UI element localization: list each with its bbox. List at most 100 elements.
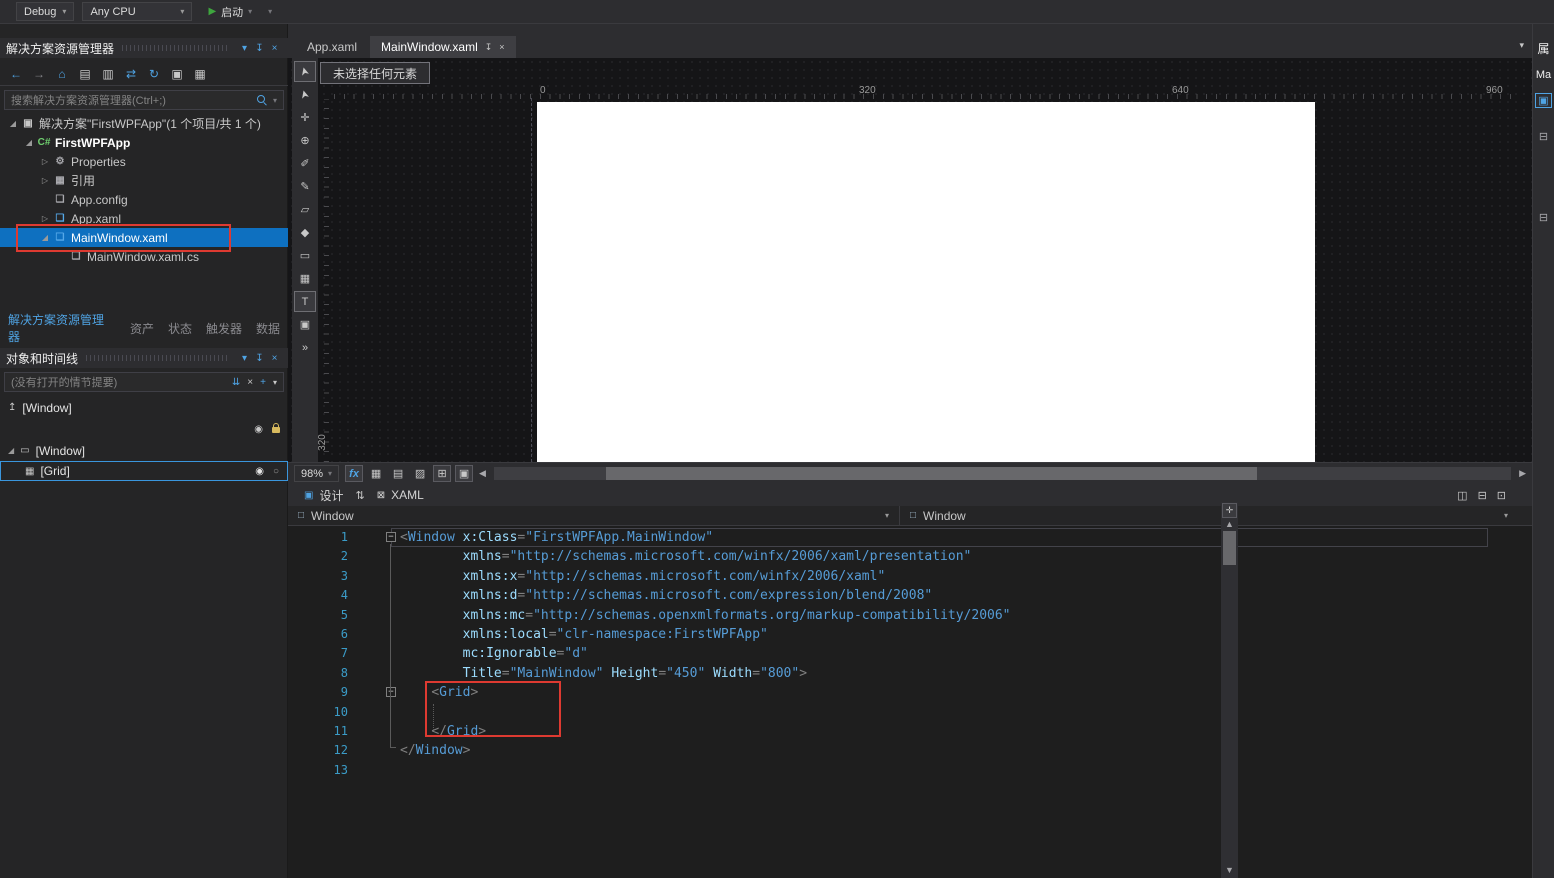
code-line[interactable]: 7 mc:Ignorable="d": [288, 644, 1515, 663]
xaml-designer-surface[interactable]: ➤ ➤ ✛ ⊕ ✐ ✎ ▱ ◆ ▭ ▦ T ▣» 未选择任何元素 0 320 640 960 320: [288, 58, 1532, 462]
vertical-split-icon[interactable]: ◫: [1457, 489, 1467, 502]
close-storyboard-icon[interactable]: ×: [247, 377, 253, 388]
close-icon[interactable]: ×: [267, 43, 282, 54]
tree-item[interactable]: ▷ ▦ 引用: [0, 171, 288, 190]
lock-toggle-icon[interactable]: ○: [273, 466, 279, 477]
tree-expander-icon[interactable]: ▷: [38, 176, 52, 185]
chevrons-down-icon[interactable]: ⇊: [232, 377, 240, 388]
pen-tool-icon[interactable]: ✎: [294, 176, 316, 197]
code-vertical-scrollbar[interactable]: ✛ ▲ ▼: [1221, 502, 1238, 878]
more-tools-icon[interactable]: »: [294, 337, 316, 358]
properties-icon[interactable]: ▦: [192, 67, 208, 81]
selected-tool-indicator-icon[interactable]: ➤: [294, 61, 316, 82]
expand-pane-icon[interactable]: ⊡: [1497, 489, 1506, 502]
tree-item[interactable]: ◢ C# FirstWPFApp: [0, 133, 288, 152]
artboard-tool-icon[interactable]: ▣: [294, 314, 316, 335]
split-window-grip-icon[interactable]: ✛: [1222, 503, 1237, 518]
tree-item[interactable]: ▷ ⚙ Properties: [0, 152, 288, 171]
scrollbar-thumb[interactable]: [605, 467, 1257, 480]
toolbar-overflow-icon[interactable]: ▾: [268, 7, 272, 16]
code-line[interactable]: 5 xmlns:mc="http://schemas.openxmlformat…: [288, 606, 1515, 625]
code-line[interactable]: 4 xmlns:d="http://schemas.microsoft.com/…: [288, 586, 1515, 605]
tree-expander-icon[interactable]: ◢: [6, 119, 20, 128]
close-icon[interactable]: ×: [267, 353, 282, 364]
collapse-all-icon[interactable]: ▤: [77, 67, 93, 81]
eyedropper-tool-icon[interactable]: ✐: [294, 153, 316, 174]
chevron-down-icon[interactable]: ▾: [273, 378, 277, 387]
rectangle-tool-icon[interactable]: ▭: [294, 245, 316, 266]
scroll-down-icon[interactable]: ▼: [1225, 865, 1234, 875]
code-line[interactable]: 9 − <Grid>: [288, 683, 1515, 702]
code-line[interactable]: 8 Title="MainWindow" Height="450" Width=…: [288, 664, 1515, 683]
filter-icon[interactable]: ▥: [100, 67, 116, 81]
code-line[interactable]: 10: [288, 703, 1515, 722]
snapping-icon[interactable]: ▨: [411, 465, 429, 482]
design-xaml-splitter[interactable]: ▣ 设计 ⇅ ⊠ XAML ◫ ⊟ ⊡: [288, 484, 1532, 506]
tree-expander-icon[interactable]: ◢: [38, 233, 52, 242]
snaplines-icon[interactable]: ⊞: [433, 465, 452, 482]
window-position-chevron-icon[interactable]: ▾: [237, 353, 252, 364]
grid-tool-icon[interactable]: ▦: [294, 268, 316, 289]
objects-timeline-header[interactable]: 对象和时间线 ▾ ↧ ×: [0, 348, 288, 368]
swap-panes-icon[interactable]: ⇅: [355, 489, 364, 502]
tree-item[interactable]: ❏ App.config: [0, 190, 288, 209]
close-icon[interactable]: ×: [499, 42, 504, 52]
snap-to-grid-icon[interactable]: ▤: [389, 465, 407, 482]
chevron-down-icon[interactable]: ▾: [885, 511, 889, 520]
scroll-left-icon[interactable]: ◀: [479, 468, 486, 479]
panel-tab[interactable]: 解决方案资源管理器: [8, 311, 116, 345]
add-storyboard-icon[interactable]: +: [260, 377, 266, 388]
tree-item[interactable]: ▷ ❏ App.xaml: [0, 209, 288, 228]
text-tool-icon[interactable]: T: [294, 291, 316, 312]
designer-horizontal-scrollbar[interactable]: [493, 467, 1512, 480]
docked-panel-icon[interactable]: ▣: [1535, 93, 1552, 108]
fold-collapse-icon[interactable]: −: [385, 528, 397, 547]
collapse-pane-icon[interactable]: ⊟: [1539, 130, 1548, 143]
design-canvas[interactable]: [537, 102, 1315, 462]
properties-collapsed-tab[interactable]: 属: [1537, 40, 1549, 57]
effects-button[interactable]: fx: [345, 465, 364, 482]
xaml-view-tab[interactable]: ⊠ XAML: [377, 488, 424, 502]
search-input[interactable]: 搜索解决方案资源管理器(Ctrl+;) ▾: [4, 90, 284, 110]
show-all-files-icon[interactable]: ▣: [169, 67, 185, 81]
collapse-pane-icon[interactable]: ⊟: [1478, 489, 1487, 502]
window-position-chevron-icon[interactable]: ▾: [237, 43, 252, 54]
refresh-icon[interactable]: ↻: [146, 67, 162, 81]
zoom-dropdown[interactable]: 98% ▾: [294, 465, 340, 482]
scope-root-row[interactable]: ↥ [Window]: [0, 398, 288, 417]
tree-item[interactable]: ❏ MainWindow.xaml.cs: [0, 247, 288, 266]
tree-expander-icon[interactable]: ▷: [38, 214, 52, 223]
fold-collapse-icon[interactable]: −: [385, 683, 397, 702]
xaml-code-editor[interactable]: 1− <Window x:Class="FirstWPFApp.MainWindo…: [288, 526, 1532, 878]
pin-icon[interactable]: ↧: [485, 42, 493, 53]
code-line[interactable]: 2 xmlns="http://schemas.microsoft.com/wi…: [288, 547, 1515, 566]
sync-active-document-icon[interactable]: ⇄: [123, 67, 139, 81]
objects-tree-window-row[interactable]: ◢ ▭ [Window]: [0, 441, 288, 460]
code-line[interactable]: 1 − <Window x:Class="FirstWPFApp.MainWindo…: [288, 528, 1515, 548]
tree-item[interactable]: ◢ ▣ 解决方案"FirstWPFApp"(1 个项目/共 1 个): [0, 114, 288, 133]
eye-icon[interactable]: ◉: [255, 466, 264, 477]
code-line[interactable]: 3 xmlns:x="http://schemas.microsoft.com/…: [288, 567, 1515, 586]
debug-configuration-dropdown[interactable]: Debug ▾: [16, 2, 75, 21]
scrollbar-thumb[interactable]: [1223, 531, 1236, 565]
eraser-tool-icon[interactable]: ▱: [294, 199, 316, 220]
code-line[interactable]: 6 xmlns:local="clr-namespace:FirstWPFApp…: [288, 625, 1515, 644]
storyboard-picker[interactable]: (没有打开的情节提要) ⇊ × + ▾: [4, 372, 284, 392]
tree-item[interactable]: ◢ ❏ MainWindow.xaml: [0, 228, 288, 247]
pin-icon[interactable]: ↧: [252, 43, 267, 54]
collapse-pane-icon[interactable]: ⊟: [1539, 211, 1548, 224]
scope-up-icon[interactable]: ↥: [8, 402, 16, 413]
lock-icon[interactable]: [272, 422, 280, 433]
objects-tree-grid-row[interactable]: ▦ [Grid] ◉ ○: [0, 461, 288, 481]
pan-tool-icon[interactable]: ✛: [294, 107, 316, 128]
chevron-down-icon[interactable]: ▾: [1504, 511, 1508, 520]
show-grid-icon[interactable]: ▦: [367, 465, 385, 482]
tree-expander-icon[interactable]: ◢: [22, 138, 36, 147]
tree-expander-icon[interactable]: ◢: [8, 446, 14, 455]
pin-icon[interactable]: ↧: [252, 353, 267, 364]
scroll-up-icon[interactable]: ▲: [1225, 519, 1234, 529]
panel-tab[interactable]: 状态: [168, 320, 192, 337]
code-line[interactable]: 13: [288, 761, 1515, 780]
collapsed-tab[interactable]: Ma: [1536, 69, 1551, 81]
design-view-tab[interactable]: ▣ 设计: [304, 487, 343, 504]
